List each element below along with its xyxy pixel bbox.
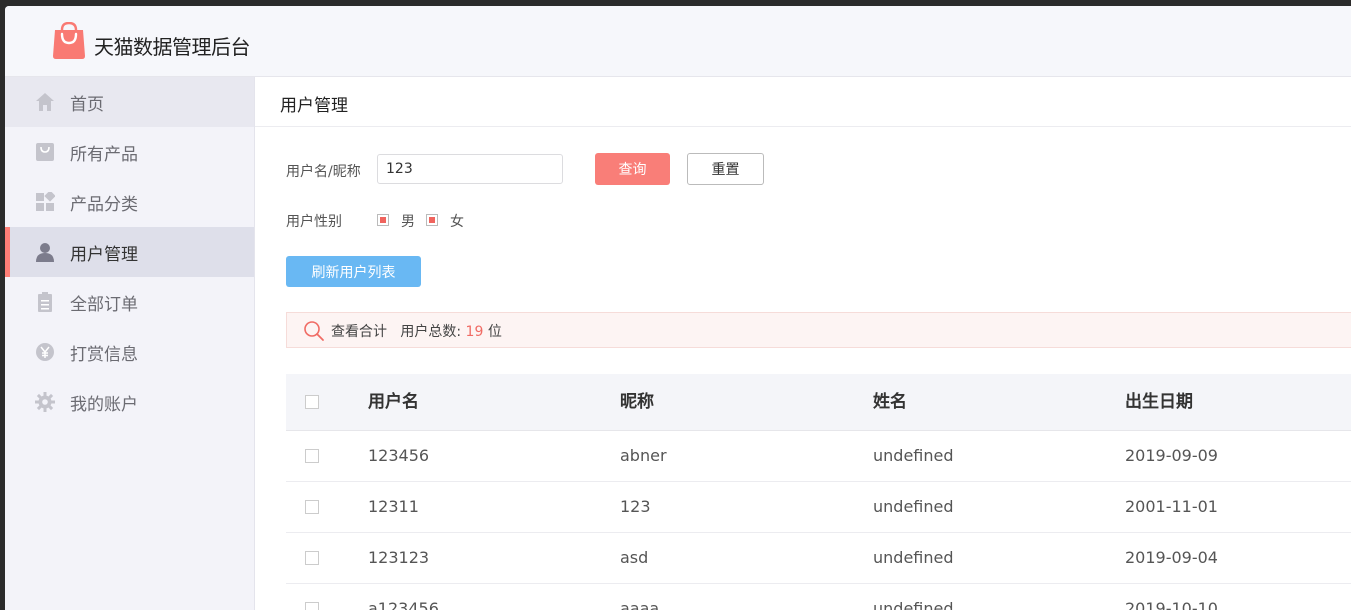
row-checkbox[interactable] [305,449,319,463]
cell-nickname: abner [620,446,667,465]
app-title: 天猫数据管理后台 [94,35,251,59]
bag-icon [36,143,54,161]
cell-birthdate: 2001-11-01 [1125,497,1218,516]
sidebar-item-label: 首页 [70,95,104,115]
cell-username: 123456 [368,446,430,465]
table-row: 12311 123 undefined 2001-11-01 [286,482,1351,533]
sidebar-item-label: 全部订单 [70,295,138,315]
cell-birthdate: 2019-09-04 [1125,548,1218,567]
refresh-user-list-button[interactable]: 刷新用户列表 [286,256,421,287]
table-row: 123456 abner undefined 2019-09-09 [286,431,1351,482]
reset-button[interactable]: 重置 [687,153,764,185]
cell-birthdate: 2019-10-10 [1125,599,1218,610]
cell-username: 123123 [368,548,430,567]
sidebar-item-rewards[interactable]: 打赏信息 [5,327,254,377]
clipboard-icon [38,292,52,312]
sidebar-item-products[interactable]: 所有产品 [5,127,254,177]
gender-female-checkbox[interactable] [426,214,438,226]
view-total-label: 查看合计 [331,324,387,340]
cell-name: undefined [873,599,954,610]
user-icon [36,243,54,262]
cell-name: undefined [873,446,954,465]
summary-bar: 查看合计 用户总数: 19 位 [286,312,1351,348]
top-header: 天猫数据管理后台 [5,6,1351,77]
sidebar-item-label: 我的账户 [70,395,138,415]
table-row: a123456 aaaa undefined 2019-10-10 [286,584,1351,610]
cell-nickname: aaaa [620,599,660,610]
column-header-nickname: 昵称 [620,392,654,412]
query-button[interactable]: 查询 [595,153,670,185]
category-grid-icon [36,192,55,211]
sidebar: 首页 所有产品 产品分类 用户管理 全部订单 打赏信息 我的账户 [5,77,255,610]
column-header-birthdate: 出生日期 [1125,392,1193,412]
cell-name: undefined [873,497,954,516]
sidebar-item-orders[interactable]: 全部订单 [5,277,254,327]
row-checkbox[interactable] [305,551,319,565]
main-content: 用户管理 用户名/昵称 查询 重置 用户性别 男 女 刷新用户列表 查看合计 用… [255,77,1351,610]
summary-text: 查看合计 用户总数: 19 位 [331,321,502,341]
shopping-bag-logo-icon [53,22,85,59]
cell-nickname: 123 [620,497,651,516]
user-table: 用户名 昵称 姓名 出生日期 123456 abner undefined 20… [286,374,1351,610]
row-checkbox[interactable] [305,602,319,610]
sidebar-item-user-management[interactable]: 用户管理 [5,227,254,277]
table-row: 123123 asd undefined 2019-09-04 [286,533,1351,584]
select-all-checkbox[interactable] [305,395,319,409]
page-title: 用户管理 [280,96,348,116]
username-search-input[interactable] [377,154,563,184]
yen-coin-icon [36,343,54,361]
title-divider [255,126,1351,127]
column-header-name: 姓名 [873,392,907,412]
gender-male-label: 男 [401,214,415,230]
gear-icon [35,392,55,412]
username-filter-label: 用户名/昵称 [286,164,361,180]
cell-username: a123456 [368,599,439,610]
table-header-row: 用户名 昵称 姓名 出生日期 [286,374,1351,431]
cell-birthdate: 2019-09-09 [1125,446,1218,465]
sidebar-item-my-account[interactable]: 我的账户 [5,377,254,427]
row-checkbox[interactable] [305,500,319,514]
cell-username: 12311 [368,497,419,516]
total-users-count: 19 [465,324,484,340]
sidebar-item-home[interactable]: 首页 [5,77,254,127]
cell-nickname: asd [620,548,649,567]
home-icon [36,93,54,111]
cell-name: undefined [873,548,954,567]
gender-filter-label: 用户性别 [286,214,342,230]
gender-male-checkbox[interactable] [377,214,389,226]
sidebar-item-label: 打赏信息 [70,345,138,365]
search-icon [304,321,324,341]
column-header-username: 用户名 [368,392,419,412]
sidebar-item-label: 用户管理 [70,245,138,265]
total-users-unit: 位 [487,324,502,340]
total-users-label: 用户总数: [400,324,462,340]
sidebar-item-label: 产品分类 [70,195,138,215]
app-window: 天猫数据管理后台 首页 所有产品 产品分类 用户管理 全部订单 打赏信息 我的账… [5,6,1351,610]
sidebar-item-categories[interactable]: 产品分类 [5,177,254,227]
gender-female-label: 女 [450,214,464,230]
sidebar-item-label: 所有产品 [70,145,138,165]
